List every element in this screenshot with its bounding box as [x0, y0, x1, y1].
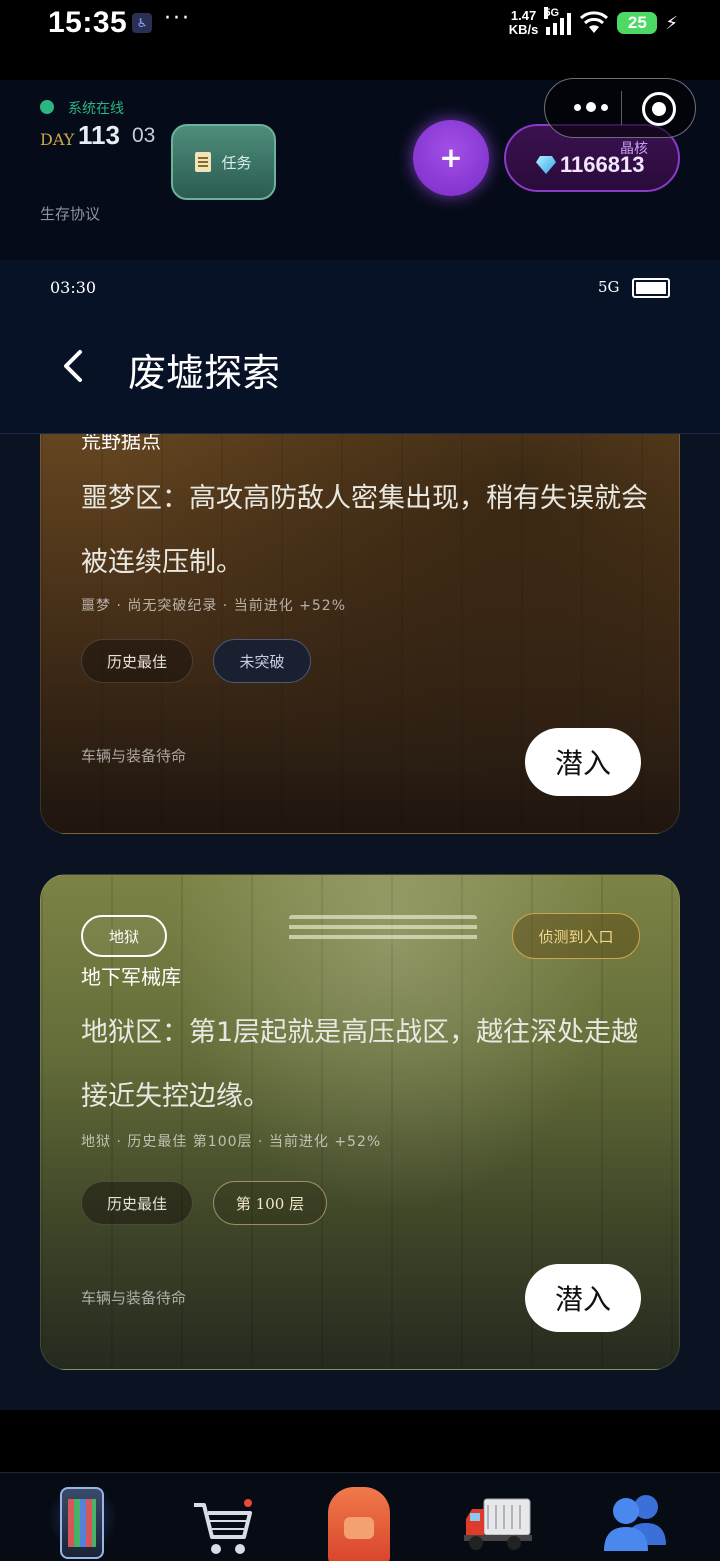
gem-icon — [536, 156, 556, 174]
not-broken-tag: 未突破 — [213, 639, 311, 683]
best-floor-tag: 第 100 层 — [213, 1181, 327, 1225]
ruin-meta: 地狱 · 历史最佳 第100层 · 当前进化 +52% — [81, 1134, 382, 1150]
task-button[interactable]: 任务 — [171, 124, 276, 200]
battery-icon: 25 — [617, 12, 658, 34]
signal-type: 5G — [544, 7, 560, 19]
day-number: 113 — [78, 120, 120, 150]
vehicle-ready-text: 车辆与装备待命 — [81, 747, 187, 765]
os-status-indicators: 1.47 KB/s 5G 25 ⚡ — [509, 7, 678, 38]
ruin-name: 地下军械库 — [81, 965, 181, 989]
navigation-bar: 废墟探索 — [0, 318, 720, 434]
network-speed-unit: KB/s — [508, 22, 539, 37]
accessibility-icon: ♿ — [132, 13, 152, 33]
day-label: DAY — [40, 130, 75, 149]
charging-icon: ⚡ — [665, 12, 678, 34]
inner-battery-icon — [632, 278, 670, 298]
capsule-divider — [621, 91, 622, 125]
vehicle-ready-text: 车辆与装备待命 — [81, 1289, 187, 1307]
shopping-cart-icon[interactable] — [190, 1493, 254, 1561]
difficulty-badge: 地狱 — [81, 915, 167, 957]
inner-clock: 03:30 — [50, 278, 97, 297]
more-notifications-icon: ··· — [164, 6, 191, 31]
add-button[interactable]: + — [413, 120, 489, 196]
crystal-core-value-wrap: 1166813 — [536, 152, 644, 178]
page-title: 废墟探索 — [128, 351, 281, 395]
wifi-icon — [580, 11, 609, 33]
entrance-detected-badge: 侦测到入口 — [512, 913, 640, 959]
online-status-text: 系统在线 — [68, 101, 124, 117]
phone-icon[interactable] — [60, 1487, 104, 1559]
best-record-tag: 历史最佳 — [81, 639, 193, 683]
miniprogram-capsule — [544, 78, 696, 138]
ruin-meta: 噩梦 · 尚无突破纪录 · 当前进化 +52% — [81, 598, 346, 614]
clipboard-icon — [195, 152, 212, 172]
network-speed: 1.47 KB/s — [509, 9, 539, 37]
backpack-icon[interactable] — [328, 1487, 390, 1561]
task-button-label: 任务 — [221, 153, 252, 172]
best-record-tag: 历史最佳 — [81, 1181, 193, 1225]
more-menu-button[interactable] — [565, 97, 617, 117]
ruin-card: 地狱 侦测到入口 地下军械库 地狱区：第1层起就是高压战区，越往深处走越接近失控… — [40, 874, 680, 1370]
inner-status-bar: 03:30 5G — [0, 260, 720, 318]
back-arrow-icon[interactable] — [56, 346, 96, 386]
truck-icon[interactable] — [464, 1495, 532, 1553]
os-status-bar: 15:35 ♿ ··· 1.47 KB/s 5G 25 ⚡ — [0, 0, 720, 80]
ruin-description: 地狱区：第1层起就是高压战区，越往深处走越接近失控边缘。 — [81, 1017, 639, 1112]
survival-protocol-label: 生存协议 — [40, 205, 101, 223]
ruin-description: 噩梦区：高攻高防敌人密集出现，稍有失误就会被连续压制。 — [81, 483, 648, 578]
bottom-spacer — [0, 1410, 720, 1472]
ruin-card: 荒野据点 噩梦区：高攻高防敌人密集出现，稍有失误就会被连续压制。 噩梦 · 尚无… — [40, 434, 680, 834]
ruins-list: 荒野据点 噩梦区：高攻高防敌人密集出现，稍有失误就会被连续压制。 噩梦 · 尚无… — [0, 434, 720, 1410]
infiltrate-button[interactable]: 潜入 — [525, 728, 641, 796]
online-status-dot — [40, 100, 54, 114]
infiltrate-button[interactable]: 潜入 — [525, 1264, 641, 1332]
ceiling-lamp — [289, 915, 477, 945]
day-sub-number: 03 — [132, 124, 156, 147]
cellular-signal-icon: 5G — [544, 7, 572, 35]
ruin-name: 荒野据点 — [81, 434, 161, 453]
bottom-tab-bar — [0, 1472, 720, 1561]
crystal-core-value: 1166813 — [560, 152, 645, 177]
os-clock: 15:35 — [48, 6, 128, 39]
close-miniprogram-icon[interactable] — [642, 92, 676, 126]
users-icon[interactable] — [602, 1489, 670, 1559]
inner-network: 5G — [598, 278, 620, 296]
network-speed-value: 1.47 — [510, 8, 537, 23]
